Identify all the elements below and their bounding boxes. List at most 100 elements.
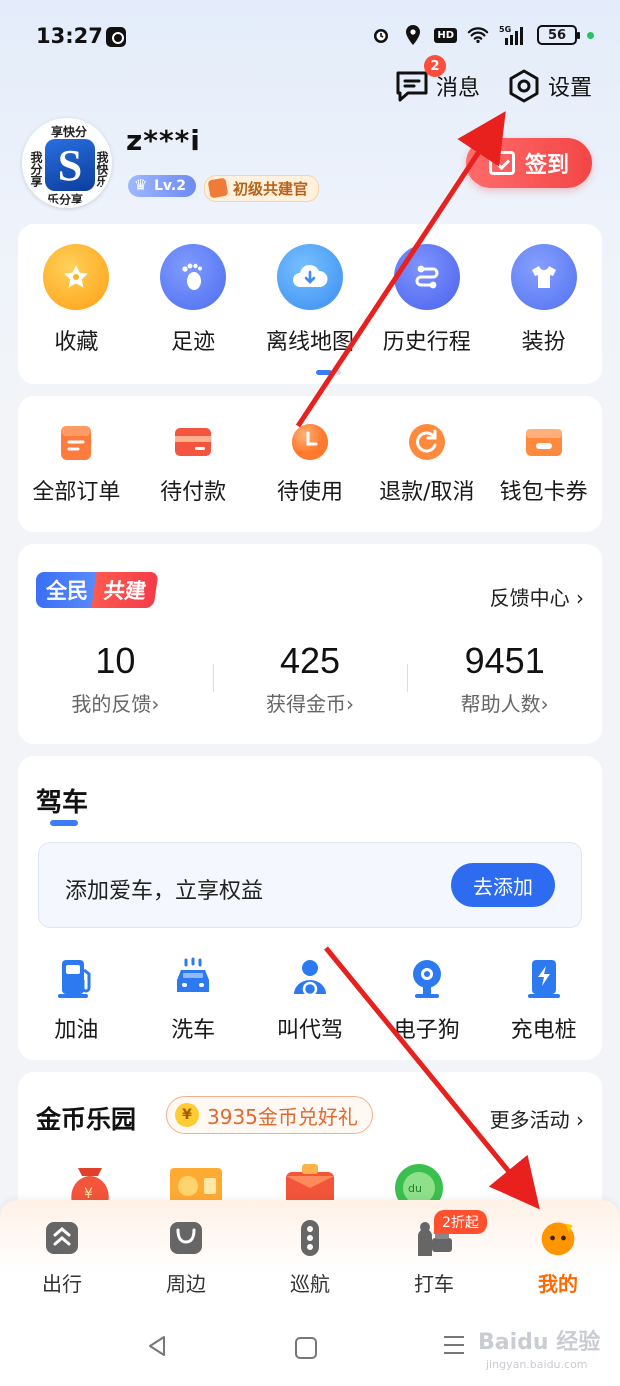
- stat-value: 9451: [464, 640, 545, 681]
- level-badge[interactable]: Lv.2: [128, 175, 196, 197]
- card-icon: [175, 428, 212, 456]
- service-fuel[interactable]: 加油: [20, 956, 132, 1044]
- tab-taxi[interactable]: 2折起 打车: [372, 1200, 496, 1304]
- stat-label: 帮助人数›: [460, 692, 549, 716]
- recent-apps-icon[interactable]: [444, 1336, 464, 1360]
- signal-5g-icon: 5G: [499, 24, 527, 46]
- service-car-wash[interactable]: 洗车: [137, 956, 249, 1044]
- coin-paradise-title: 金币乐园: [36, 1105, 137, 1134]
- footprint-icon: [160, 244, 227, 310]
- service-designated-driver[interactable]: 叫代驾: [254, 956, 366, 1044]
- order-label: 全部订单: [32, 480, 121, 505]
- feedback-center-link[interactable]: 反馈中心 ›: [490, 582, 584, 611]
- add-car-button[interactable]: 去添加: [451, 863, 555, 907]
- coin-redeem-pill[interactable]: ¥ 3935金币兑好礼: [166, 1096, 373, 1134]
- tab-cruise[interactable]: 巡航: [248, 1200, 372, 1304]
- avatar-text-left: 我分享: [29, 151, 43, 187]
- service-charging[interactable]: 充电桩: [488, 956, 600, 1044]
- stat-people-helped[interactable]: 9451 帮助人数›: [407, 640, 602, 717]
- driving-title: 驾车: [36, 788, 89, 818]
- community-card: 全民 共建 反馈中心 › 10 我的反馈› 425 获得金币› 9451 帮助人…: [18, 544, 602, 744]
- title-badge[interactable]: 初级共建官: [204, 175, 320, 202]
- shortcut-footprints[interactable]: 足迹: [137, 244, 249, 356]
- messages-badge: 2: [423, 55, 446, 77]
- route-icon: [393, 244, 460, 310]
- status-icons: HD 5G 56: [370, 24, 594, 46]
- avatar-text-right: 我快乐: [95, 151, 109, 187]
- profile-face-icon: [541, 1222, 575, 1256]
- battery-icon: 56: [537, 25, 580, 45]
- page-dot: [336, 370, 341, 375]
- avatar-logo: S: [45, 139, 95, 191]
- order-wallet[interactable]: 钱包卡券: [488, 422, 600, 506]
- location-icon: [402, 24, 424, 46]
- orders-grid: 全部订单 待付款 待使用 退款/取消 钱包卡券: [18, 396, 602, 506]
- refund-icon: [408, 424, 445, 460]
- car-wash-icon: [177, 957, 210, 992]
- shortcut-label: 历史行程: [382, 330, 471, 355]
- watermark-url: jingyan.baidu.com: [486, 1358, 588, 1371]
- coupon-icon[interactable]: [166, 1164, 230, 1204]
- fuel-icon: [58, 960, 91, 998]
- cruise-icon: [301, 1220, 319, 1256]
- charging-icon: [527, 960, 560, 998]
- tab-travel[interactable]: 出行: [0, 1200, 124, 1304]
- signin-label: 签到: [524, 153, 569, 178]
- driving-card: 驾车 添加爱车，立享权益 去添加 加油 洗车 叫代驾 电子狗 充电桩: [18, 756, 602, 1060]
- driving-services: 加油 洗车 叫代驾 电子狗 充电桩: [18, 956, 602, 1044]
- stat-value: 425: [279, 640, 341, 681]
- shortcut-favorites[interactable]: 收藏: [20, 244, 132, 356]
- alarm-icon: [370, 24, 392, 46]
- order-label: 待付款: [160, 480, 227, 505]
- svg-text:5G: 5G: [499, 25, 511, 34]
- tab-mine[interactable]: 我的: [496, 1200, 620, 1304]
- username[interactable]: z***i: [126, 124, 201, 157]
- more-activities-link[interactable]: 更多活动 ›: [490, 1104, 584, 1133]
- system-nav-bar: Baidu 经验 jingyan.baidu.com: [0, 1304, 620, 1386]
- shortcut-label: 离线地图: [265, 330, 354, 355]
- order-pending-payment[interactable]: 待付款: [137, 422, 249, 506]
- wallet-icon: [525, 429, 562, 456]
- radar-icon: [412, 960, 441, 998]
- order-label: 待使用: [276, 480, 343, 505]
- shortcuts-grid: 收藏 足迹 离线地图 历史行程 装扮: [18, 224, 602, 356]
- shortcut-dress-up[interactable]: 装扮: [488, 244, 600, 356]
- order-all[interactable]: 全部订单: [20, 422, 132, 506]
- community-tag-a: 全民: [36, 572, 98, 608]
- tab-label: 出行: [42, 1272, 82, 1296]
- page-indicator: [316, 370, 341, 375]
- stat-my-feedback[interactable]: 10 我的反馈›: [18, 640, 213, 717]
- service-label: 叫代驾: [276, 1018, 343, 1043]
- driving-title-underline: [50, 820, 78, 826]
- messages-button[interactable]: 2 消息: [394, 55, 480, 103]
- stat-coins-earned[interactable]: 425 获得金币›: [212, 640, 408, 717]
- order-icon: [61, 426, 92, 460]
- status-bar: 13:27 HD 5G 56: [0, 0, 620, 74]
- shortcut-label: 装扮: [521, 330, 566, 355]
- settings-button[interactable]: 设置: [506, 68, 592, 104]
- signin-button[interactable]: 签到: [466, 138, 592, 188]
- avatar-text-top: 享快分: [51, 125, 88, 139]
- watermark: Baidu 经验: [478, 1330, 601, 1355]
- privacy-dot: [587, 31, 594, 39]
- settings-icon: [509, 69, 539, 103]
- service-label: 充电桩: [510, 1018, 577, 1043]
- shortcuts-card: 收藏 足迹 离线地图 历史行程 装扮: [18, 224, 602, 384]
- add-car-banner[interactable]: 添加爱车，立享权益 去添加: [38, 842, 582, 928]
- back-icon[interactable]: [146, 1334, 168, 1358]
- order-refund[interactable]: 退款/取消: [371, 422, 483, 506]
- shortcut-offline-map[interactable]: 离线地图: [254, 244, 366, 356]
- order-to-use[interactable]: 待使用: [254, 422, 366, 506]
- profile-avatar[interactable]: 享快分 我分享 我快乐 乐分享 S: [22, 118, 112, 208]
- home-icon[interactable]: [295, 1337, 317, 1359]
- shortcut-trip-history[interactable]: 历史行程: [371, 244, 483, 356]
- service-label: 加油: [54, 1018, 99, 1043]
- message-icon: [396, 71, 428, 102]
- nearby-bag-icon: [170, 1222, 202, 1254]
- service-speed-camera[interactable]: 电子狗: [371, 956, 483, 1044]
- tab-label: 打车: [414, 1272, 454, 1296]
- order-label: 退款/取消: [379, 480, 475, 505]
- money-bag-icon[interactable]: ¥: [62, 1160, 118, 1204]
- tab-nearby[interactable]: 周边: [124, 1200, 248, 1304]
- community-tag: 全民 共建: [36, 572, 159, 608]
